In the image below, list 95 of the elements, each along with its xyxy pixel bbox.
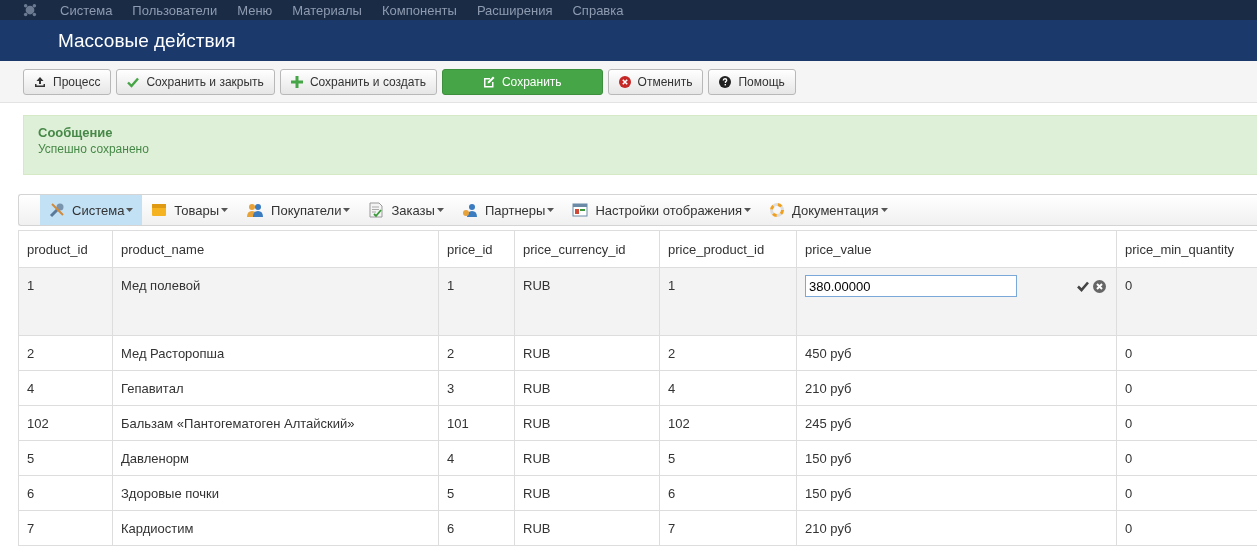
table-cell: 245 руб xyxy=(796,405,1117,441)
table-cell: 6 xyxy=(18,475,113,511)
table-cell: RUB xyxy=(514,475,660,511)
caret-icon xyxy=(547,208,555,212)
upload-icon xyxy=(34,75,46,88)
table-cell: 5 xyxy=(18,440,113,476)
table-cell: Мед Расторопша xyxy=(112,335,439,371)
table-cell: Здоровые почки xyxy=(112,475,439,511)
table-cell: 6 xyxy=(438,510,515,546)
price-input-field[interactable]: 380.00000 xyxy=(805,275,1017,297)
document-icon xyxy=(368,202,385,218)
table-cell: Гепавитал xyxy=(112,370,439,406)
table-cell: RUB xyxy=(514,370,660,406)
users-icon xyxy=(246,202,265,218)
menu-item[interactable]: Система xyxy=(40,195,143,225)
caret-icon xyxy=(436,208,444,212)
menu-item[interactable]: Заказы xyxy=(359,195,453,225)
wrench-icon xyxy=(49,202,65,218)
table-cell: 6 xyxy=(659,475,797,511)
table-cell: RUB xyxy=(514,405,660,441)
table-cell: 450 руб xyxy=(796,335,1117,371)
table-cell: 7 xyxy=(659,510,797,546)
table-cell: 150 руб xyxy=(796,475,1117,511)
toolbar-button[interactable]: Помощь xyxy=(708,68,796,95)
table-cell: 4 xyxy=(659,370,797,406)
table-cell: Кардиостим xyxy=(112,510,439,546)
table-cell: RUB xyxy=(514,510,660,546)
table-cell: 101 xyxy=(438,405,515,441)
menu-item[interactable]: Документация xyxy=(760,195,897,225)
top-menu-item[interactable]: Пользователи xyxy=(132,2,218,18)
lifebuoy-icon xyxy=(769,202,786,218)
column-header: price_value xyxy=(796,230,1117,268)
table-cell: 0 xyxy=(1116,267,1257,336)
help-icon xyxy=(719,75,732,88)
table-cell: 102 xyxy=(18,405,113,441)
column-header: price_currency_id xyxy=(514,230,660,268)
caret-icon xyxy=(126,208,134,212)
table-cell: 2 xyxy=(438,335,515,371)
column-header: price_id xyxy=(438,230,515,268)
table-cell: Давленорм xyxy=(112,440,439,476)
message-text: Успешно сохранено xyxy=(38,142,150,156)
users-icon xyxy=(461,202,478,218)
plus-icon xyxy=(290,75,303,88)
table-cell: 102 xyxy=(659,405,797,441)
column-header: product_name xyxy=(112,230,439,268)
table-cell: 4 xyxy=(18,370,113,406)
table-cell: 5 xyxy=(659,440,797,476)
top-menu-item[interactable]: Компоненты xyxy=(381,2,457,18)
menu-item[interactable]: Покупатели xyxy=(237,195,360,225)
column-header: price_product_id xyxy=(659,230,797,268)
table-cell: 5 xyxy=(438,475,515,511)
toolbar-button[interactable]: Сохранить и создать xyxy=(279,68,437,95)
caret-icon xyxy=(343,208,351,212)
table-cell: 4 xyxy=(438,440,515,476)
menu-item[interactable]: Товары xyxy=(142,195,238,225)
cancel-icon xyxy=(618,75,631,88)
table-cell: RUB xyxy=(514,335,660,371)
table-cell: RUB xyxy=(514,440,660,476)
folder-icon xyxy=(151,202,168,218)
cancel-icon[interactable] xyxy=(1093,279,1106,293)
table-cell: Бальзам «Пантогематоген Алтайский» xyxy=(112,405,439,441)
top-menu-item[interactable]: Меню xyxy=(237,2,273,18)
caret-icon xyxy=(221,208,229,212)
menu-item[interactable]: Партнеры xyxy=(452,195,564,225)
table-cell: 7 xyxy=(18,510,113,546)
column-header: price_min_quantity xyxy=(1116,230,1257,268)
check-icon xyxy=(127,75,140,88)
table-cell: RUB xyxy=(514,267,660,336)
column-header: product_id xyxy=(18,230,113,268)
window-icon xyxy=(572,202,589,218)
table-cell: 3 xyxy=(438,370,515,406)
toolbar-button[interactable]: Сохранить и закрыть xyxy=(116,68,275,95)
toolbar-button[interactable]: Процесс xyxy=(23,68,112,95)
table-cell: 2 xyxy=(18,335,113,371)
table-cell: 2 xyxy=(659,335,797,371)
page-title: Массовые действия xyxy=(58,29,236,52)
menu-item[interactable]: Настройки отображения xyxy=(563,195,761,225)
check-icon[interactable] xyxy=(1077,280,1089,292)
caret-icon xyxy=(744,208,752,212)
top-menu-item[interactable]: Справка xyxy=(572,2,624,18)
top-menu-item[interactable]: Система xyxy=(60,2,113,18)
table-cell: 1 xyxy=(18,267,113,336)
table-cell: 210 руб xyxy=(796,370,1117,406)
top-menu-item[interactable]: Расширения xyxy=(476,2,553,18)
caret-icon xyxy=(880,208,888,212)
message-title: Сообщение xyxy=(38,125,114,140)
toolbar-button[interactable]: Отменить xyxy=(607,68,704,95)
table-cell: 1 xyxy=(659,267,797,336)
table-cell: 1 xyxy=(438,267,515,336)
logo-icon xyxy=(22,3,38,17)
top-menu-item[interactable]: Материалы xyxy=(292,2,362,18)
table-cell: 210 руб xyxy=(796,510,1117,546)
table-cell: Мед полевой xyxy=(112,267,439,336)
edit-icon xyxy=(482,75,495,88)
table-cell: 150 руб xyxy=(796,440,1117,476)
